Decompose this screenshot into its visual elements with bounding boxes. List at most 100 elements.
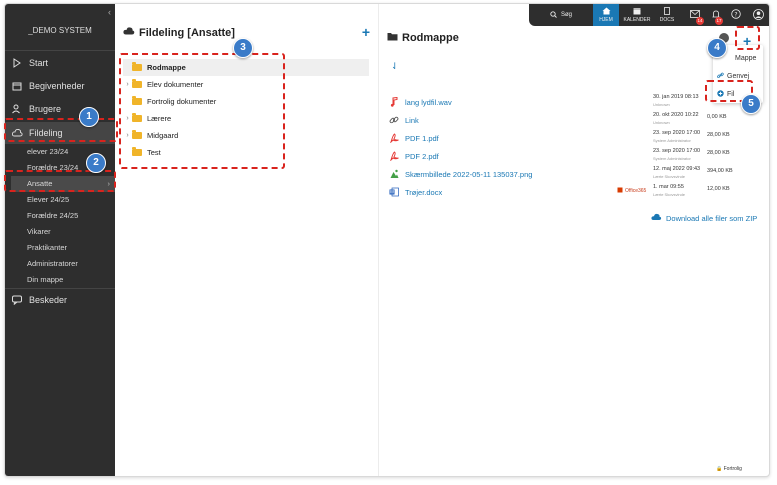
file-row[interactable]: PDF 1.pdf 23. sep 2020 17:00 System Admin… xyxy=(389,129,749,147)
download-zip-link[interactable]: Download alle filer som ZIP xyxy=(651,213,757,224)
folder-title: Rodmappe xyxy=(387,32,459,44)
profile-button[interactable] xyxy=(751,4,765,26)
sidebar: ‹ _DEMO SYSTEM Start Begivenheder Bruger… xyxy=(5,4,115,476)
folder-icon xyxy=(387,32,398,44)
notification-badge: 17 xyxy=(715,17,723,25)
download-label: Download alle filer som ZIP xyxy=(666,214,758,223)
file-row[interactable]: W Trøjer.docx Office365 1. mar 09:55 Lært… xyxy=(389,183,749,201)
file-size: 12,00 KB xyxy=(707,186,730,192)
sidebar-sub-foraeldre-24-25[interactable]: Forældre 24/25 xyxy=(27,208,115,224)
file-row[interactable]: PDF 2.pdf 23. sep 2020 17:00 System Admin… xyxy=(389,147,749,165)
confidential-label: Fortrolig xyxy=(723,466,742,472)
file-row[interactable]: Skærmbillede 2022-05-11 135037.png 12. m… xyxy=(389,165,749,183)
home-label: HJEM xyxy=(599,17,613,23)
menu-item-mappe[interactable]: Mappe xyxy=(735,51,756,65)
file-size: 394,00 KB xyxy=(707,168,733,174)
office365-label: Office365 xyxy=(625,188,647,194)
home-button[interactable]: HJEM xyxy=(593,4,619,26)
cloud-icon xyxy=(123,26,135,39)
step-marker-1: 1 xyxy=(79,107,99,127)
sidebar-item-label: Brugere xyxy=(29,104,62,114)
sidebar-item-beskeder[interactable]: Beskeder xyxy=(5,289,115,311)
svg-text:W: W xyxy=(390,190,395,196)
cloud-download-icon xyxy=(651,213,662,224)
search-button[interactable]: Søg xyxy=(541,4,581,26)
link-icon xyxy=(389,115,399,125)
add-folder-button[interactable]: + xyxy=(362,24,370,40)
calendar-icon xyxy=(633,7,641,17)
sidebar-item-start[interactable]: Start xyxy=(5,52,115,74)
folder-title-text: Rodmappe xyxy=(402,32,459,44)
docs-label: DOCS xyxy=(659,17,675,23)
sidebar-item-label: Beskeder xyxy=(29,295,68,305)
lock-icon: 🔒 xyxy=(716,466,723,472)
sidebar-item-label: Begivenheder xyxy=(29,81,85,91)
file-name[interactable]: Trøjer.docx xyxy=(405,188,625,197)
notifications-button[interactable]: 17 xyxy=(709,4,723,26)
users-icon xyxy=(11,103,23,115)
calendar-button[interactable]: KALENDER xyxy=(623,4,651,26)
audio-file-icon xyxy=(389,97,399,107)
office365-button[interactable]: Office365 xyxy=(617,187,646,195)
file-date: 1. mar 09:55 Lærte Skovsvinde xyxy=(653,184,686,197)
svg-text:?: ? xyxy=(734,11,737,18)
pdf-icon xyxy=(389,133,399,143)
top-bar: Søg HJEM KALENDER DOCS 14 17 ? xyxy=(529,4,769,26)
panel-title-text: Fildeling [Ansatte] xyxy=(139,26,235,39)
sidebar-item-begivenheder[interactable]: Begivenheder xyxy=(5,75,115,97)
help-icon: ? xyxy=(731,9,741,21)
file-date: 23. sep 2020 17:00 System Administrator xyxy=(653,148,701,161)
mail-button[interactable]: 14 xyxy=(687,4,704,26)
file-date: 30. jan 2019 08:13 Unknown xyxy=(653,94,699,107)
file-size: 0,00 KB xyxy=(707,114,727,120)
step-marker-3: 3 xyxy=(233,38,253,58)
image-file-icon xyxy=(389,169,399,179)
sidebar-sub-administratorer[interactable]: Administratorer xyxy=(27,256,115,272)
home-icon xyxy=(602,7,611,17)
word-file-icon: W xyxy=(389,187,399,197)
search-label: Søg xyxy=(560,12,572,18)
highlight-ansatte xyxy=(4,170,116,192)
file-name[interactable]: PDF 1.pdf xyxy=(405,134,625,143)
sidebar-sub-praktikanter[interactable]: Praktikanter xyxy=(27,240,115,256)
sidebar-sub-elever-24-25[interactable]: Elever 24/25 xyxy=(27,192,115,208)
menu-item-label: Mappe xyxy=(735,54,757,62)
highlight-folder-tree xyxy=(119,53,285,169)
collapse-sidebar-icon[interactable]: ‹ xyxy=(108,7,111,17)
sidebar-item-label: Start xyxy=(29,58,49,68)
office-icon xyxy=(617,187,623,195)
document-icon xyxy=(664,7,670,17)
menu-item-label: Genvej xyxy=(727,72,750,80)
step-marker-4: 4 xyxy=(707,38,727,58)
sidebar-sub-vikarer[interactable]: Vikarer xyxy=(27,224,115,240)
highlight-add-button xyxy=(735,26,760,50)
sidebar-sub-din-mappe[interactable]: Din mappe xyxy=(27,272,115,288)
pdf-icon xyxy=(389,151,399,161)
step-marker-2: 2 xyxy=(86,153,106,173)
step-marker-5: 5 xyxy=(741,94,761,114)
file-row[interactable]: lang lydfil.wav 30. jan 2019 08:13 Unknow… xyxy=(389,93,749,111)
file-date: 20. okt 2020 10:22 Unknown xyxy=(653,112,699,125)
panel-title: Fildeling [Ansatte] xyxy=(123,26,235,39)
file-date: 12. maj 2022 09:43 Lærte Skovsvinde xyxy=(653,166,701,179)
file-date: 23. sep 2020 17:00 System Administrator xyxy=(653,130,701,143)
system-title: _DEMO SYSTEM xyxy=(28,26,92,35)
highlight-fildeling xyxy=(4,118,118,142)
file-size: 28,00 KB xyxy=(707,132,730,138)
user-icon xyxy=(752,8,764,22)
file-name[interactable]: PDF 2.pdf xyxy=(405,152,625,161)
file-name[interactable]: lang lydfil.wav xyxy=(405,98,625,107)
docs-button[interactable]: DOCS xyxy=(655,4,679,26)
confidential-indicator: 🔒 Fortrolig xyxy=(716,466,742,472)
calendar-icon xyxy=(11,80,23,92)
help-button[interactable]: ? xyxy=(729,4,743,26)
file-size: 28,00 KB xyxy=(707,150,730,156)
sort-icon[interactable]: ⇃ xyxy=(391,61,399,72)
arrow-right-icon xyxy=(11,57,23,69)
file-name[interactable]: Skærmbillede 2022-05-11 135037.png xyxy=(405,170,625,179)
file-name[interactable]: Link xyxy=(405,116,625,125)
mail-badge: 14 xyxy=(696,17,704,25)
calendar-label: KALENDER xyxy=(623,17,651,23)
file-row[interactable]: Link 20. okt 2020 10:22 Unknown 0,00 KB xyxy=(389,111,749,129)
chat-icon xyxy=(11,294,23,306)
